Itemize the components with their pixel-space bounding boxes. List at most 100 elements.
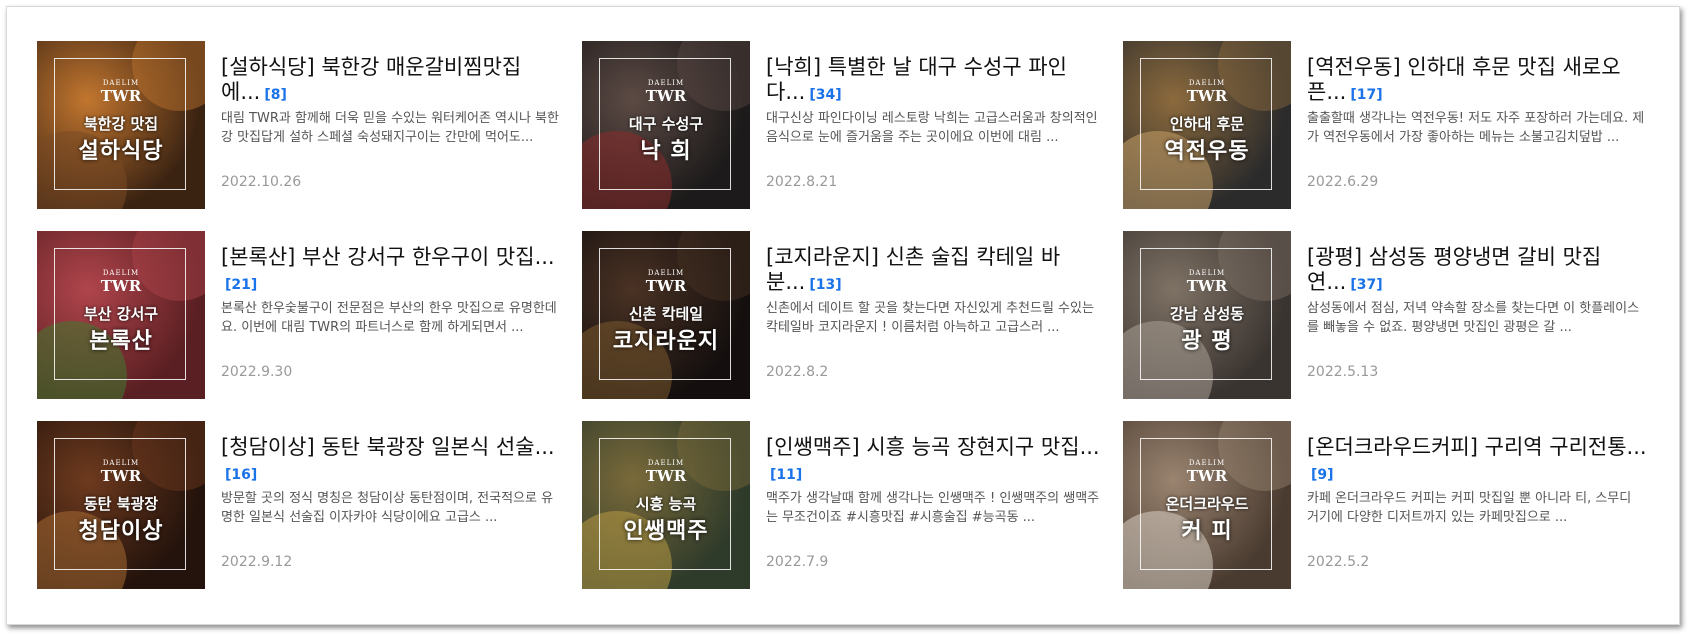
post-card[interactable]: DAELIM TWR 부산 강서구 본록산 [본록산] 부산 강서구 한우구이 … (37, 231, 577, 407)
post-thumbnail[interactable]: DAELIM TWR 시흥 능곡 인쌩맥주 (582, 421, 750, 589)
thumbnail-brand: TWR (645, 87, 687, 105)
thumbnail-subtitle: 온더크라우드 (1165, 495, 1249, 513)
post-card[interactable]: DAELIM TWR 대구 수성구 낙 희 [낙희] 특별한 날 대구 수성구 … (582, 41, 1122, 217)
thumbnail-title: 커 피 (1181, 519, 1233, 544)
post-info: [청담이상] 동탄 북광장 일본식 선술...[16] 방문할 곳의 정식 명칭… (221, 435, 561, 570)
post-card[interactable]: DAELIM TWR 신촌 칵테일 코지라운지 [코지라운지] 신촌 술집 칵테… (582, 231, 1122, 407)
post-thumbnail[interactable]: DAELIM TWR 북한강 맛집 설하식당 (37, 41, 205, 209)
thumbnail-brand-small: DAELIM (647, 79, 685, 87)
post-title[interactable]: [설하식당] 북한강 매운갈비찜맛집 에... [8] (221, 55, 561, 105)
comment-count[interactable]: [13] (809, 277, 841, 293)
thumbnail-brand: TWR (100, 467, 142, 485)
thumbnail-brand: TWR (100, 277, 142, 295)
post-title[interactable]: [역전우동] 인하대 후문 맛집 새로오픈... [17] (1307, 55, 1647, 105)
thumbnail-subtitle: 강남 삼성동 (1169, 305, 1245, 323)
thumbnail-subtitle: 동탄 북광장 (83, 495, 159, 513)
thumbnail-title: 광 평 (1181, 329, 1233, 354)
post-title[interactable]: [온더크라우드커피] 구리역 구리전통...[9] (1307, 435, 1647, 485)
post-excerpt[interactable]: 맥주가 생각날때 함께 생각나는 인쌩맥주 ! 인쌩맥주의 쌩맥주는 무조건이죠… (766, 489, 1106, 546)
post-list-panel: DAELIM TWR 북한강 맛집 설하식당 [설하식당] 북한강 매운갈비찜맛… (6, 6, 1680, 625)
post-card[interactable]: DAELIM TWR 북한강 맛집 설하식당 [설하식당] 북한강 매운갈비찜맛… (37, 41, 577, 217)
post-grid: DAELIM TWR 북한강 맛집 설하식당 [설하식당] 북한강 매운갈비찜맛… (37, 41, 1657, 601)
post-thumbnail[interactable]: DAELIM TWR 동탄 북광장 청담이상 (37, 421, 205, 589)
post-info: [낙희] 특별한 날 대구 수성구 파인다... [34] 대구신상 파인다이닝 … (766, 55, 1106, 190)
post-date: 2022.7.9 (766, 554, 829, 570)
thumbnail-subtitle: 신촌 칵테일 (628, 305, 704, 323)
post-card[interactable]: DAELIM TWR 시흥 능곡 인쌩맥주 [인쌩맥주] 시흥 능곡 장현지구 … (582, 421, 1122, 597)
comment-count[interactable]: [11] (770, 467, 802, 483)
post-thumbnail[interactable]: DAELIM TWR 부산 강서구 본록산 (37, 231, 205, 399)
thumbnail-brand: TWR (645, 277, 687, 295)
comment-count[interactable]: [21] (225, 277, 257, 293)
post-thumbnail[interactable]: DAELIM TWR 신촌 칵테일 코지라운지 (582, 231, 750, 399)
thumbnail-title: 청담이상 (78, 519, 164, 544)
thumbnail-brand: TWR (1186, 277, 1228, 295)
thumbnail-brand: TWR (100, 87, 142, 105)
post-info: [광평] 삼성동 평양냉면 갈비 맛집 연... [37] 삼성동에서 점심, 저… (1307, 245, 1647, 380)
thumbnail-brand-small: DAELIM (647, 269, 685, 277)
thumbnail-brand-small: DAELIM (1188, 79, 1226, 87)
thumbnail-subtitle: 시흥 능곡 (635, 495, 697, 513)
post-card[interactable]: DAELIM TWR 인하대 후문 역전우동 [역전우동] 인하대 후문 맛집 … (1123, 41, 1663, 217)
post-card[interactable]: DAELIM TWR 동탄 북광장 청담이상 [청담이상] 동탄 북광장 일본식… (37, 421, 577, 597)
post-excerpt[interactable]: 출출할때 생각나는 역전우동! 저도 자주 포장하러 가는데요. 제가 역전우동… (1307, 109, 1647, 166)
thumbnail-subtitle: 인하대 후문 (1169, 115, 1245, 133)
comment-count[interactable]: [16] (225, 467, 257, 483)
post-thumbnail[interactable]: DAELIM TWR 온더크라우드 커 피 (1123, 421, 1291, 589)
thumbnail-brand-small: DAELIM (647, 459, 685, 467)
thumbnail-subtitle: 부산 강서구 (83, 305, 159, 323)
post-info: [코지라운지] 신촌 술집 칵테일 바 분... [13] 신촌에서 데이트 할 … (766, 245, 1106, 380)
post-excerpt[interactable]: 본록산 한우숯불구이 전문점은 부산의 한우 맛집으로 유명한데요. 이번에 대… (221, 299, 561, 356)
post-excerpt[interactable]: 방문할 곳의 정식 명칭은 청담이상 동탄점이며, 전국적으로 유명한 일본식 … (221, 489, 561, 546)
post-date: 2022.5.2 (1307, 554, 1370, 570)
post-title[interactable]: [본록산] 부산 강서구 한우구이 맛집...[21] (221, 245, 561, 295)
post-info: [본록산] 부산 강서구 한우구이 맛집...[21] 본록산 한우숯불구이 전… (221, 245, 561, 380)
thumbnail-title: 설하식당 (78, 139, 164, 164)
post-title[interactable]: [인쌩맥주] 시흥 능곡 장현지구 맛집...[11] (766, 435, 1106, 485)
post-thumbnail[interactable]: DAELIM TWR 인하대 후문 역전우동 (1123, 41, 1291, 209)
comment-count[interactable]: [34] (809, 87, 841, 103)
thumbnail-brand-small: DAELIM (1188, 269, 1226, 277)
post-date: 2022.5.13 (1307, 364, 1379, 380)
post-excerpt[interactable]: 신촌에서 데이트 할 곳을 찾는다면 자신있게 추천드릴 수있는 칵테일바 코지… (766, 299, 1106, 356)
post-thumbnail[interactable]: DAELIM TWR 대구 수성구 낙 희 (582, 41, 750, 209)
post-info: [설하식당] 북한강 매운갈비찜맛집 에... [8] 대림 TWR과 함께해 더… (221, 55, 561, 190)
post-title[interactable]: [코지라운지] 신촌 술집 칵테일 바 분... [13] (766, 245, 1106, 295)
thumbnail-title: 낙 희 (640, 139, 692, 164)
post-title[interactable]: [광평] 삼성동 평양냉면 갈비 맛집 연... [37] (1307, 245, 1647, 295)
post-title[interactable]: [낙희] 특별한 날 대구 수성구 파인다... [34] (766, 55, 1106, 105)
thumbnail-brand-small: DAELIM (1188, 459, 1226, 467)
post-excerpt[interactable]: 대림 TWR과 함께해 더욱 믿을 수있는 워터케어존 역시나 북한강 맛집답게… (221, 109, 561, 166)
post-excerpt[interactable]: 삼성동에서 점심, 저녁 약속할 장소를 찾는다면 이 핫플레이스를 빼놓을 수… (1307, 299, 1647, 356)
post-info: [온더크라우드커피] 구리역 구리전통...[9] 카페 온더크라우드 커피는 … (1307, 435, 1647, 570)
thumbnail-brand: TWR (645, 467, 687, 485)
post-date: 2022.9.30 (221, 364, 293, 380)
post-date: 2022.8.21 (766, 174, 838, 190)
post-card[interactable]: DAELIM TWR 온더크라우드 커 피 [온더크라우드커피] 구리역 구리전… (1123, 421, 1663, 597)
thumbnail-title: 역전우동 (1164, 139, 1250, 164)
thumbnail-title: 인쌩맥주 (623, 519, 709, 544)
comment-count[interactable]: [8] (264, 87, 287, 103)
thumbnail-subtitle: 대구 수성구 (628, 115, 704, 133)
post-date: 2022.8.2 (766, 364, 829, 380)
post-thumbnail[interactable]: DAELIM TWR 강남 삼성동 광 평 (1123, 231, 1291, 399)
comment-count[interactable]: [9] (1311, 467, 1334, 483)
post-date: 2022.10.26 (221, 174, 302, 190)
post-excerpt[interactable]: 대구신상 파인다이닝 레스토랑 낙희는 고급스러움과 창의적인 음식으로 눈에 … (766, 109, 1106, 166)
thumbnail-brand-small: DAELIM (102, 269, 140, 277)
comment-count[interactable]: [37] (1350, 277, 1382, 293)
post-info: [역전우동] 인하대 후문 맛집 새로오픈... [17] 출출할때 생각나는 역… (1307, 55, 1647, 190)
thumbnail-brand: TWR (1186, 467, 1228, 485)
thumbnail-title: 본록산 (89, 329, 153, 354)
thumbnail-brand: TWR (1186, 87, 1228, 105)
thumbnail-brand-small: DAELIM (102, 459, 140, 467)
post-info: [인쌩맥주] 시흥 능곡 장현지구 맛집...[11] 맥주가 생각날때 함께 … (766, 435, 1106, 570)
post-date: 2022.9.12 (221, 554, 293, 570)
post-card[interactable]: DAELIM TWR 강남 삼성동 광 평 [광평] 삼성동 평양냉면 갈비 맛… (1123, 231, 1663, 407)
comment-count[interactable]: [17] (1350, 87, 1382, 103)
post-date: 2022.6.29 (1307, 174, 1379, 190)
post-title[interactable]: [청담이상] 동탄 북광장 일본식 선술...[16] (221, 435, 561, 485)
thumbnail-title: 코지라운지 (612, 329, 720, 354)
post-excerpt[interactable]: 카페 온더크라우드 커피는 커피 맛집일 뿐 아니라 티, 스무디 거기에 다양… (1307, 489, 1647, 546)
thumbnail-subtitle: 북한강 맛집 (83, 115, 159, 133)
